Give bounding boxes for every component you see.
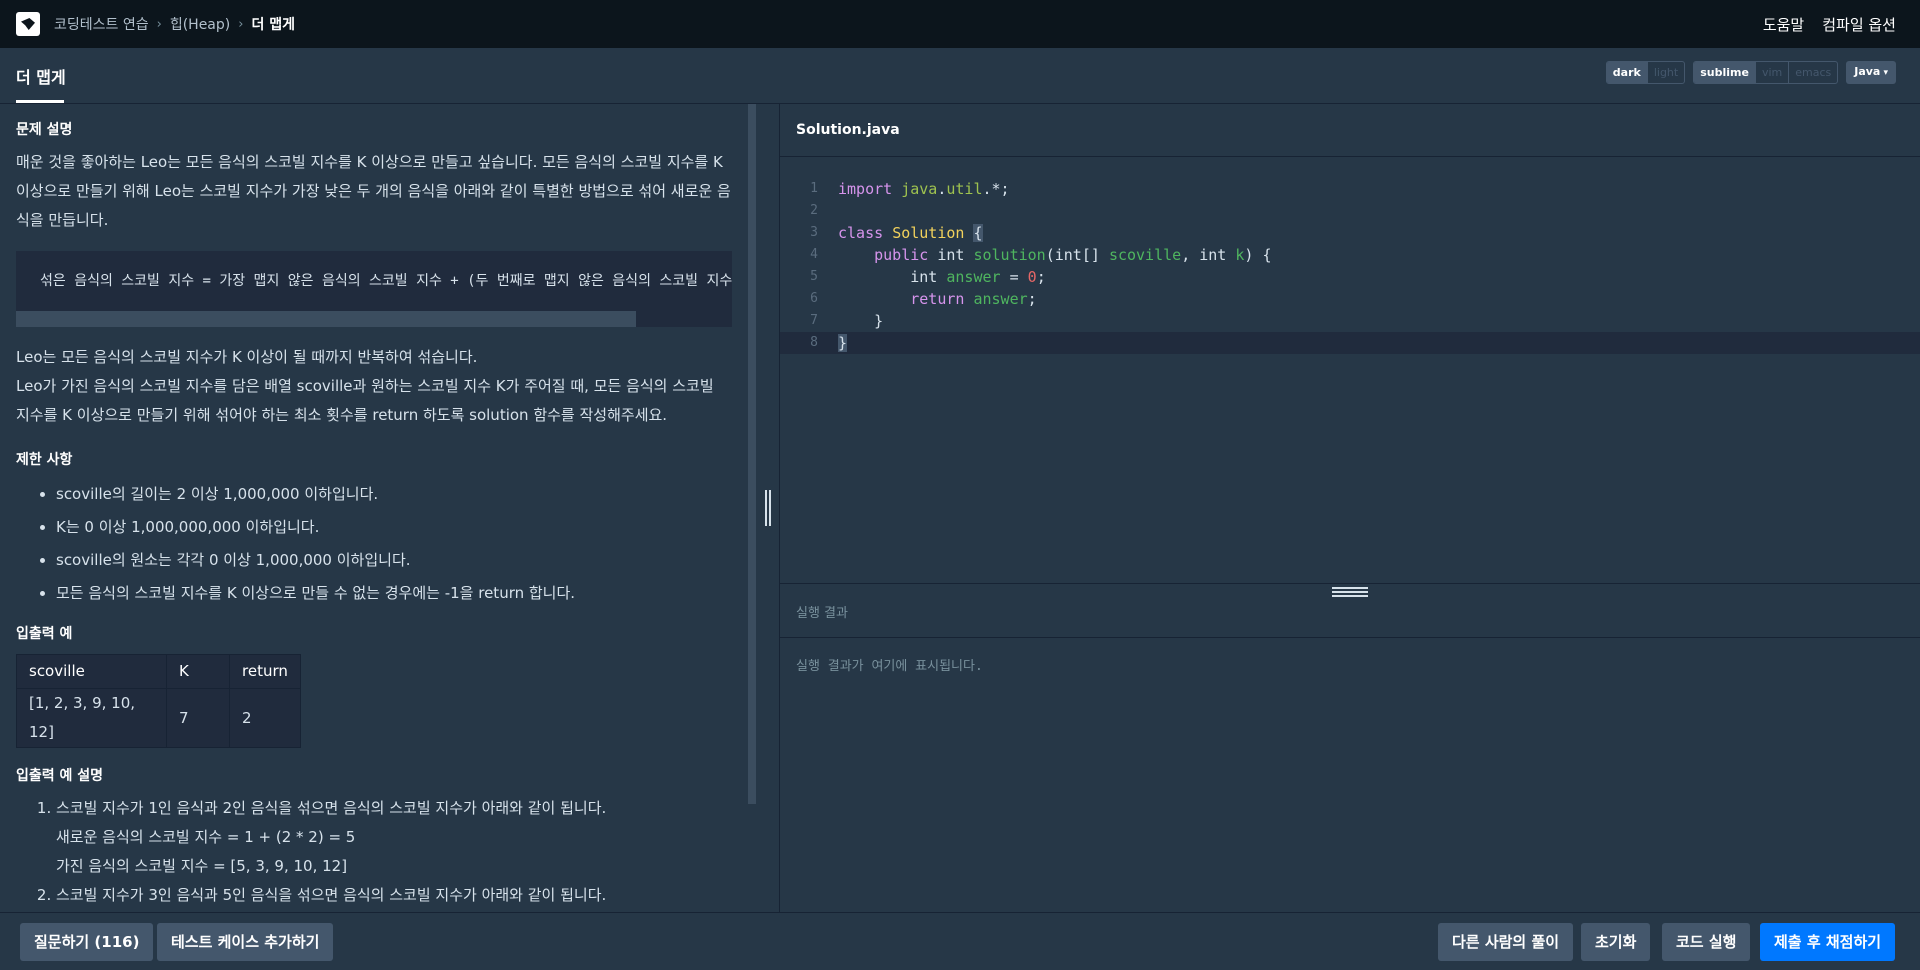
bottom-action-bar: 질문하기 (116) 테스트 케이스 추가하기 다른 사람의 풀이 초기화 코드… — [0, 912, 1920, 970]
table-row: [1, 2, 3, 9, 10, 12] 7 2 — [16, 688, 301, 748]
editor-filename: Solution.java — [796, 122, 900, 138]
table-cell: 2 — [229, 688, 301, 748]
code-text[interactable]: } — [838, 310, 883, 332]
constraints-list: scoville의 길이는 2 이상 1,000,000 이하입니다. K는 0… — [16, 478, 732, 610]
problem-panel: 문제 설명 매운 것을 좋아하는 Leo는 모든 음식의 스코빌 지수를 K 이… — [0, 104, 756, 912]
description-paragraph-2: Leo는 모든 음식의 스코빌 지수가 K 이상이 될 때까지 반복하여 섞습니… — [16, 348, 478, 366]
list-item: 모든 음식의 스코빌 지수를 K 이상으로 만들 수 없는 경우에는 -1을 r… — [56, 577, 732, 610]
theme-light-button[interactable]: light — [1648, 62, 1684, 83]
help-link[interactable]: 도움말 — [1763, 14, 1804, 35]
table-header-cell: scoville — [16, 654, 167, 689]
ask-question-button[interactable]: 질문하기 (116) — [20, 923, 154, 961]
theme-dark-button[interactable]: dark — [1606, 62, 1648, 83]
editor-header: Solution.java — [780, 104, 1920, 157]
list-item: 스코빌 지수가 1인 음식과 2인 음식을 섞으면 음식의 스코빌 지수가 아래… — [56, 794, 732, 881]
code-text[interactable]: import java.util.*; — [838, 178, 1010, 200]
list-item: scoville의 길이는 2 이상 1,000,000 이하입니다. — [56, 478, 732, 511]
keymap-toggle: sublime vim emacs — [1693, 61, 1839, 84]
code-text[interactable]: return answer; — [838, 288, 1036, 310]
code-text[interactable]: int answer = 0; — [838, 266, 1045, 288]
run-code-button[interactable]: 코드 실행 — [1662, 923, 1751, 961]
code-editor[interactable]: 1 import java.util.*; 2 3 class Solution… — [780, 157, 1920, 582]
table-cell: [1, 2, 3, 9, 10, 12] — [16, 688, 167, 748]
table-cell: 7 — [166, 688, 230, 748]
problem-scrollbar[interactable] — [748, 104, 756, 804]
programmers-logo-icon[interactable] — [16, 12, 40, 36]
description-paragraph-3: Leo가 가진 음식의 스코빌 지수를 담은 배열 scoville과 원하는 … — [16, 377, 714, 424]
line-number: 5 — [810, 269, 818, 284]
line-number: 3 — [810, 225, 818, 240]
explain-step-1-new: 새로운 음식의 스코빌 지수 = 1 + (2 * 2) = 5 — [56, 828, 356, 846]
language-dropdown[interactable]: Java — [1846, 61, 1896, 84]
line-number: 4 — [810, 247, 818, 262]
explain-step-1: 스코빌 지수가 1인 음식과 2인 음식을 섞으면 음식의 스코빌 지수가 아래… — [56, 799, 607, 817]
io-explain-list: 스코빌 지수가 1인 음식과 2인 음식을 섞으면 음식의 스코빌 지수가 아래… — [16, 794, 732, 910]
code-line[interactable]: 3 class Solution { — [780, 222, 1920, 244]
breadcrumb: 코딩테스트 연습 › 힙(Heap) › 더 맵게 — [54, 14, 295, 34]
io-heading: 입출력 예 — [16, 626, 73, 642]
keymap-emacs-button[interactable]: emacs — [1789, 62, 1837, 83]
challenge-title-bar: 더 맵게 dark light sublime vim emacs Java — [0, 48, 1920, 104]
list-item: 스코빌 지수가 3인 음식과 5인 음식을 섞으면 음식의 스코빌 지수가 아래… — [56, 881, 732, 910]
code-line[interactable]: 6 return answer; — [780, 288, 1920, 310]
vertical-resize-handle[interactable] — [765, 490, 775, 526]
list-item: scoville의 원소는 각각 0 이상 1,000,000 이하입니다. — [56, 544, 732, 577]
add-testcase-button[interactable]: 테스트 케이스 추가하기 — [157, 923, 334, 961]
horizontal-scrollbar[interactable] — [16, 311, 636, 327]
code-line[interactable]: 1 import java.util.*; — [780, 178, 1920, 200]
breadcrumb-item-current: 더 맵게 — [251, 17, 295, 33]
list-item: K는 0 이상 1,000,000,000 이하입니다. — [56, 511, 732, 544]
chevron-right-icon: › — [238, 16, 244, 32]
code-text[interactable]: public int solution(int[] scoville, int … — [838, 244, 1271, 266]
explain-step-1-result: 가진 음식의 스코빌 지수 = [5, 3, 9, 10, 12] — [56, 857, 348, 875]
description-text: 매운 것을 좋아하는 Leo는 모든 음식의 스코빌 지수를 K 이상으로 만들… — [16, 153, 731, 229]
code-line[interactable]: 5 int answer = 0; — [780, 266, 1920, 288]
code-line[interactable]: 4 public int solution(int[] scoville, in… — [780, 244, 1920, 266]
horizontal-resize-handle[interactable] — [1332, 587, 1368, 597]
code-text[interactable]: class Solution { — [838, 222, 983, 244]
line-number: 8 — [810, 335, 818, 350]
line-number: 1 — [810, 181, 818, 196]
code-line[interactable]: 7 } — [780, 310, 1920, 332]
formula-code-block: 섞은 음식의 스코빌 지수 = 가장 맵지 않은 음식의 스코빌 지수 + (두… — [16, 251, 732, 327]
line-number: 6 — [810, 291, 818, 306]
table-header-cell: return — [229, 654, 301, 689]
constraints-heading: 제한 사항 — [16, 452, 73, 468]
code-text[interactable]: } — [838, 332, 848, 354]
line-number: 2 — [810, 203, 818, 218]
submit-button[interactable]: 제출 후 채점하기 — [1760, 923, 1896, 961]
table-header-cell: K — [166, 654, 230, 689]
top-nav: 코딩테스트 연습 › 힙(Heap) › 더 맵게 도움말 컴파일 옵션 — [0, 0, 1920, 48]
compile-options-link[interactable]: 컴파일 옵션 — [1822, 14, 1896, 35]
explain-step-2: 스코빌 지수가 3인 음식과 5인 음식을 섞으면 음식의 스코빌 지수가 아래… — [56, 886, 607, 904]
code-line-active[interactable]: 8 } — [780, 332, 1920, 354]
code-line[interactable]: 2 — [780, 200, 1920, 222]
chevron-right-icon: › — [156, 16, 162, 32]
io-explain-heading: 입출력 예 설명 — [16, 768, 104, 784]
title-underline — [16, 100, 64, 103]
formula-text: 섞은 음식의 스코빌 지수 = 가장 맵지 않은 음식의 스코빌 지수 + (두… — [40, 273, 732, 289]
others-solutions-button[interactable]: 다른 사람의 풀이 — [1438, 923, 1574, 961]
reset-button[interactable]: 초기화 — [1581, 923, 1651, 961]
line-number: 7 — [810, 313, 818, 328]
keymap-vim-button[interactable]: vim — [1756, 62, 1790, 83]
results-output: 실행 결과가 여기에 표시됩니다. — [796, 659, 983, 674]
io-example-table: scoville K return [1, 2, 3, 9, 10, 12] 7… — [16, 654, 301, 748]
theme-toggle: dark light — [1605, 61, 1686, 84]
keymap-sublime-button[interactable]: sublime — [1694, 62, 1756, 83]
description-heading: 문제 설명 — [16, 122, 73, 138]
table-header-row: scoville K return — [16, 654, 301, 689]
breadcrumb-item-heap[interactable]: 힙(Heap) — [170, 14, 230, 34]
results-heading: 실행 결과 — [796, 606, 848, 621]
breadcrumb-item-coding-test[interactable]: 코딩테스트 연습 — [54, 14, 149, 34]
page-title: 더 맵게 — [16, 68, 66, 87]
